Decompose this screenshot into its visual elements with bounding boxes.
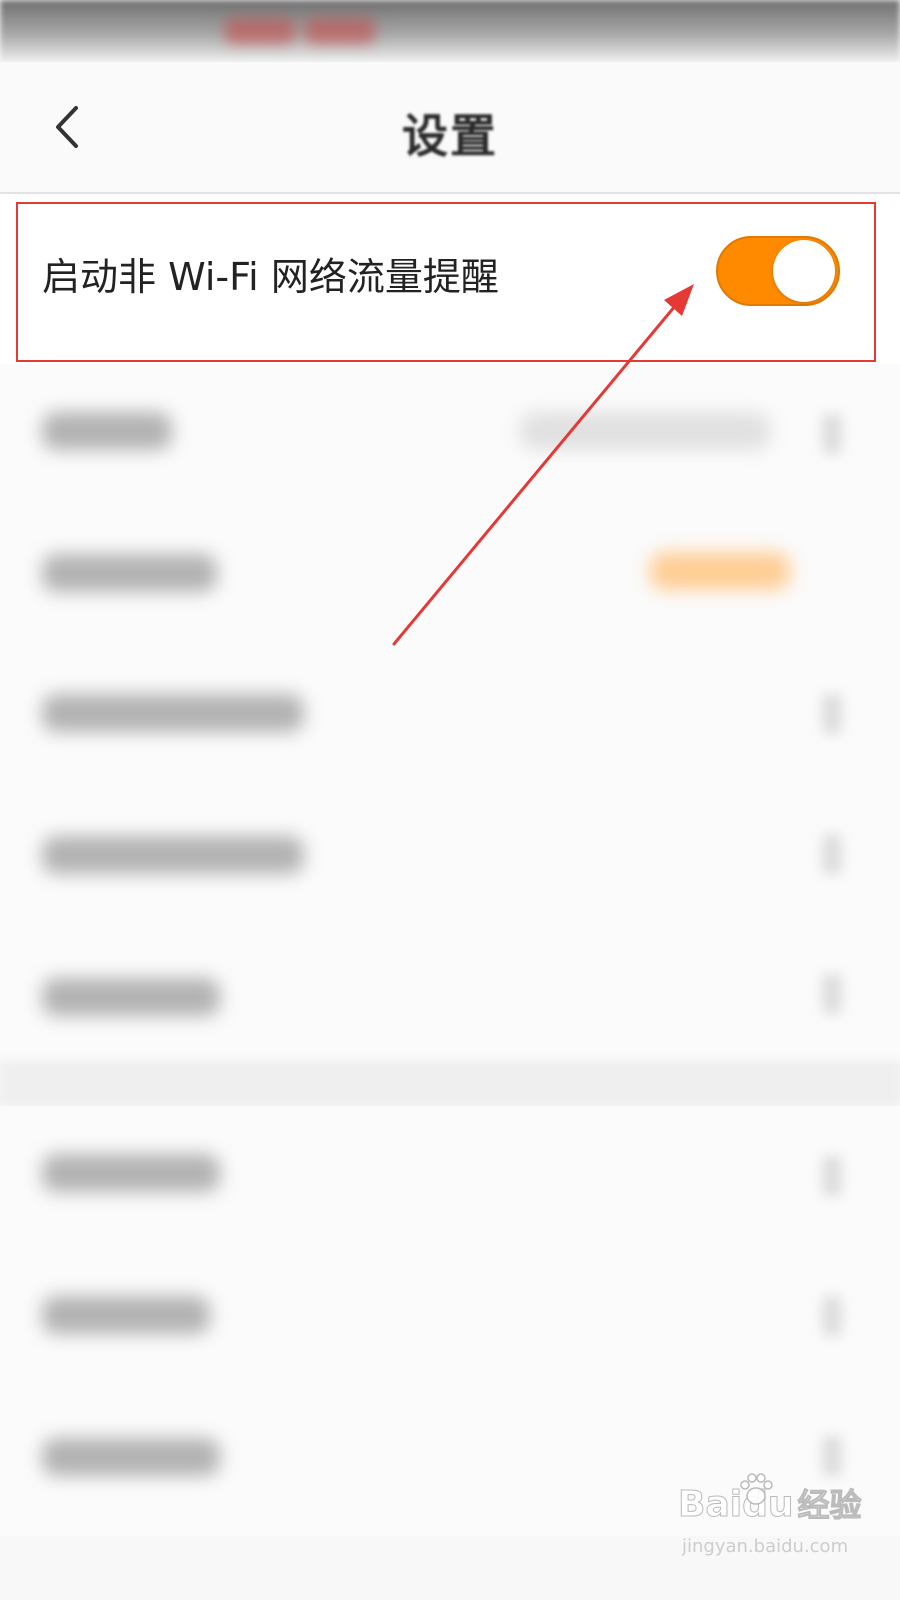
setting-row-non-wifi-traffic-reminder[interactable]: 启动非 Wi-Fi 网络流量提醒 <box>0 194 900 364</box>
blurred-row-label <box>42 412 172 450</box>
setting-label: 启动非 Wi-Fi 网络流量提醒 <box>42 255 499 299</box>
blurred-row-label <box>42 836 304 874</box>
blurred-setting-row <box>0 504 900 644</box>
blurred-setting-row <box>0 1246 900 1386</box>
blurred-row-label <box>42 694 304 732</box>
blurred-chevron <box>822 694 842 734</box>
blurred-setting-row <box>0 644 900 784</box>
watermark-url: jingyan.baidu.com <box>682 1536 849 1557</box>
toggle-knob <box>773 240 835 302</box>
page-title: 设置 <box>402 109 498 163</box>
navigation-bar: 设置 <box>0 62 900 194</box>
section-divider <box>0 1060 900 1106</box>
blurred-setting-row <box>0 924 900 1064</box>
baidu-jingyan-watermark: Baidu 经验 jingyan.baidu.com <box>677 1470 878 1580</box>
blurred-chevron <box>822 1156 842 1196</box>
status-bar-blurred-item <box>225 18 295 44</box>
watermark-brand-bai: Bai <box>677 1484 743 1526</box>
status-bar <box>0 0 900 62</box>
blurred-chevron <box>822 414 842 454</box>
non-wifi-reminder-toggle[interactable] <box>716 236 840 306</box>
paw-icon <box>740 1473 773 1505</box>
watermark-brand-cn: 经验 <box>797 1486 862 1525</box>
blurred-row-label <box>42 1154 220 1192</box>
blurred-chevron <box>822 974 842 1014</box>
blurred-chevron <box>822 834 842 874</box>
blurred-row-label <box>42 1296 210 1334</box>
blurred-setting-row <box>0 784 900 924</box>
blurred-setting-row <box>0 364 900 504</box>
blurred-row-label <box>42 978 220 1016</box>
blurred-row-label <box>42 554 217 592</box>
blurred-chevron <box>822 1296 842 1336</box>
status-bar-blurred-item <box>305 18 375 44</box>
blurred-setting-row <box>0 1106 900 1246</box>
blurred-row-value <box>520 412 770 450</box>
blurred-toggle <box>650 552 790 590</box>
blurred-row-label <box>42 1438 220 1476</box>
